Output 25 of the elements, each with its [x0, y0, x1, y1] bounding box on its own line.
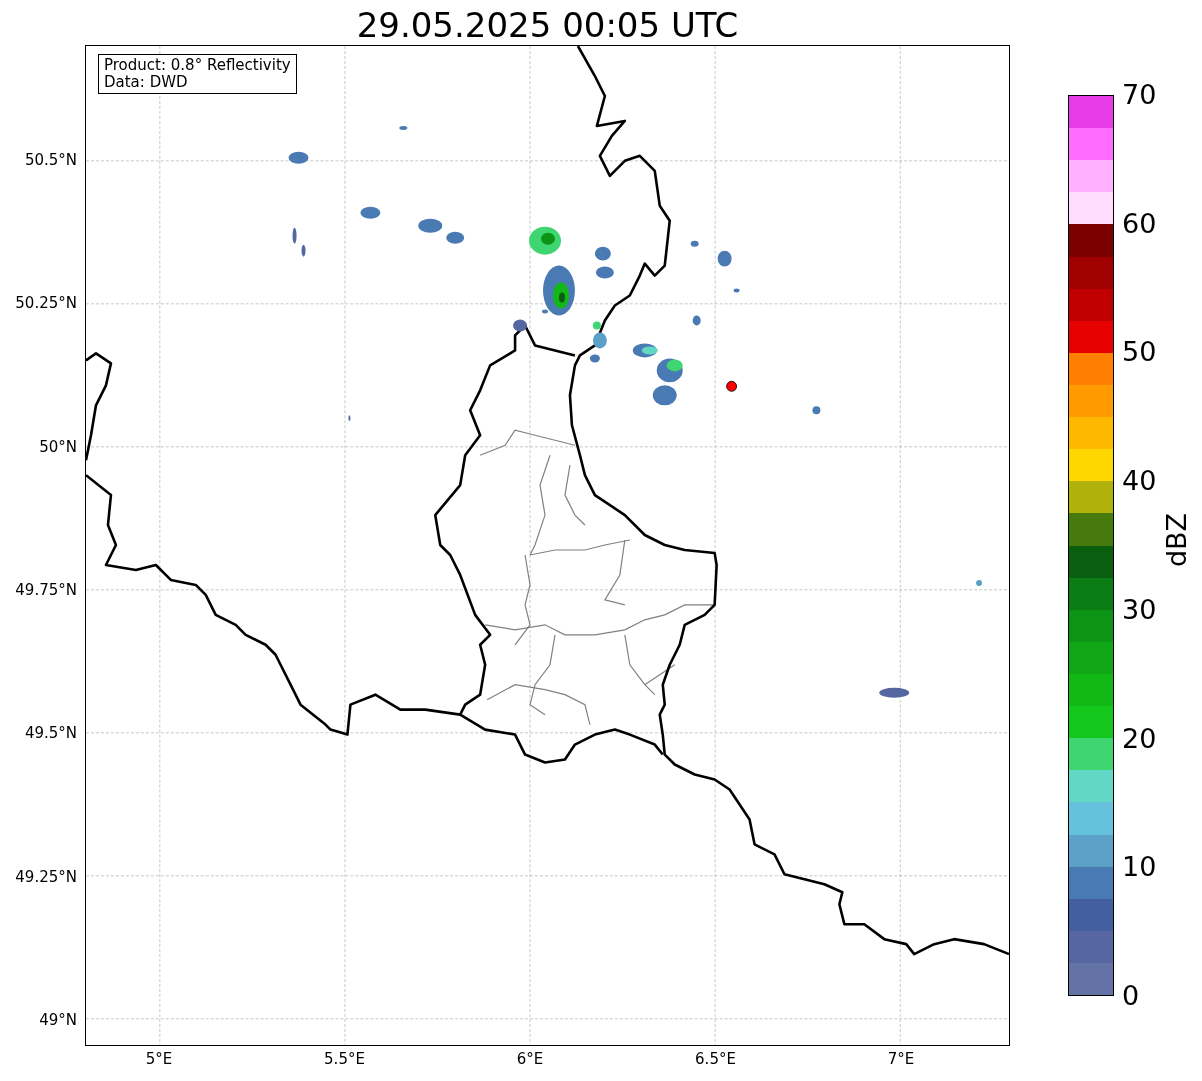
colorbar-tick-label: 30 — [1122, 594, 1157, 625]
latitude-tick-label: 49.5°N — [24, 724, 77, 743]
colorbar-label: dBZ — [1162, 512, 1193, 568]
legend-text: Product: 0.8° Reflectivity — [104, 57, 291, 74]
longitude-tick-label: 6.5°E — [694, 1050, 737, 1068]
latitude-tick-label: 50.25°N — [15, 294, 77, 313]
latitude-tick-label: 49.75°N — [15, 580, 77, 599]
colorbar-tick-label: 0 — [1122, 981, 1140, 1011]
latitude-tick-label: 49°N — [39, 1010, 77, 1029]
longitude-tick-label: 7°E — [886, 1050, 916, 1068]
longitude-tick-label: 5°E — [144, 1050, 174, 1068]
legend-text: Data: DWD — [104, 74, 189, 91]
colorbar-tick-label: 50 — [1122, 337, 1157, 368]
colorbar-tick-label: 40 — [1122, 466, 1157, 497]
longitude-tick-label: 6°E — [515, 1050, 545, 1068]
colorbar-tick-label: 10 — [1122, 852, 1157, 883]
longitude-tick-label: 5.5°E — [323, 1050, 366, 1068]
radar-site-marker — [726, 380, 737, 392]
chart-title: 29.05.2025 00:05 UTC — [356, 5, 739, 45]
colorbar-tick-label: 70 — [1122, 80, 1157, 110]
colorbar-tick-label: 60 — [1122, 208, 1157, 239]
latitude-tick-label: 50°N — [39, 437, 77, 456]
latitude-tick-label: 49.25°N — [15, 867, 77, 886]
latitude-tick-label: 50.5°N — [24, 151, 77, 169]
colorbar-tick-label: 20 — [1122, 723, 1157, 754]
